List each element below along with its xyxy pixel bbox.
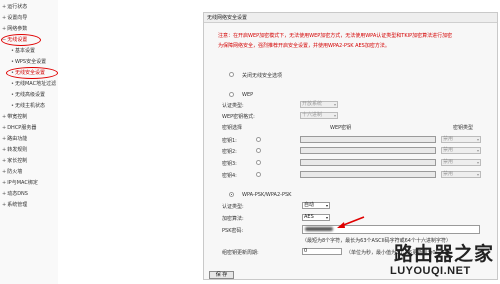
nav-item-dhcp[interactable]: +DHCP服务器 bbox=[2, 125, 36, 132]
nav-item-wireless-advanced[interactable]: •无线高级设置 bbox=[11, 92, 45, 99]
nav-item-network-params[interactable]: +网络参数 bbox=[2, 26, 27, 33]
wep-key3-type-select[interactable]: 禁用 ▾ bbox=[441, 159, 481, 166]
nav-item-forwarding[interactable]: +转发规则 bbox=[2, 147, 27, 154]
wep-key2-input[interactable] bbox=[300, 147, 436, 154]
nav-item-setup-wizard[interactable]: +设置向导 bbox=[2, 15, 27, 22]
chevron-down-icon: ▾ bbox=[333, 102, 336, 107]
nav-item-mac-filter[interactable]: •无线MAC地址过滤 bbox=[11, 81, 56, 88]
wep-key3-radio[interactable] bbox=[256, 160, 261, 165]
watermark-logo: 路由器之家 LUYOUQI.NET bbox=[390, 243, 495, 277]
nav-item-ddns[interactable]: +动态DNS bbox=[2, 191, 28, 198]
wpa-auth-type-select[interactable]: 自动 ▾ bbox=[302, 202, 330, 209]
wep-key1-input[interactable] bbox=[300, 136, 436, 143]
disable-security-radio[interactable] bbox=[229, 72, 234, 77]
chevron-down-icon: ▾ bbox=[476, 137, 479, 142]
chevron-down-icon: ▾ bbox=[333, 113, 336, 118]
chevron-down-icon: ▾ bbox=[325, 203, 328, 208]
nav-item-basic-settings[interactable]: •基本设置 bbox=[11, 48, 35, 55]
psk-password-label: PSK密码: bbox=[222, 228, 244, 234]
wep-key-select-label: 密钥选择 bbox=[222, 125, 243, 131]
wpa-psk-radio[interactable] bbox=[229, 192, 234, 197]
highlight-ellipse-security bbox=[6, 67, 58, 79]
chevron-down-icon: ▾ bbox=[325, 215, 328, 220]
wep-key-type-header: 密钥类型 bbox=[453, 125, 474, 131]
wep-key-header: WEP密钥 bbox=[330, 125, 352, 131]
nav-item-ip-mac-binding[interactable]: +IP与MAC绑定 bbox=[2, 180, 38, 187]
wpa-encryption-select[interactable]: AES ▾ bbox=[302, 214, 330, 221]
wep-key1-radio[interactable] bbox=[256, 137, 261, 142]
wep-radio[interactable] bbox=[229, 92, 234, 97]
wep-key1-type-select[interactable]: 禁用 ▾ bbox=[441, 136, 481, 143]
wep-key4-input[interactable] bbox=[300, 171, 436, 178]
panel-title: 无线网络安全设置 bbox=[204, 13, 497, 23]
save-button[interactable]: 保 存 bbox=[209, 271, 234, 279]
group-key-interval-label: 组密钥更新周期: bbox=[222, 250, 259, 256]
psk-password-input[interactable] bbox=[302, 225, 480, 234]
highlight-ellipse-wireless bbox=[1, 34, 41, 46]
blurred-password bbox=[305, 227, 333, 231]
nav-item-wireless-hosts[interactable]: •无线主机状态 bbox=[11, 103, 45, 110]
nav-item-firewall[interactable]: +防火墙 bbox=[2, 169, 22, 176]
nav-item-run-status[interactable]: +运行状态 bbox=[2, 4, 27, 11]
disable-security-label: 关闭无线安全选项 bbox=[242, 73, 283, 79]
chevron-down-icon: ▾ bbox=[476, 172, 479, 177]
wpa-psk-label: WPA-PSK/WPA2-PSK bbox=[242, 192, 292, 198]
nav-item-routing[interactable]: +路由功能 bbox=[2, 136, 27, 143]
wep-key3-input[interactable] bbox=[300, 159, 436, 166]
group-key-interval-input[interactable]: 0 bbox=[302, 248, 342, 255]
wep-label: WEP bbox=[242, 92, 254, 98]
notice-text: 注意：在开启WEP加密模式下，无法使用WEP加密方式，无法使用WPA认证类型和T… bbox=[218, 33, 453, 49]
red-arrow-icon bbox=[337, 216, 365, 228]
nav-item-bandwidth[interactable]: +带宽控制 bbox=[2, 114, 27, 121]
wep-auth-type-label: 认证类型: bbox=[222, 103, 244, 109]
chevron-down-icon: ▾ bbox=[476, 148, 479, 153]
nav-item-wps-settings[interactable]: •WPS安全设置 bbox=[11, 59, 46, 66]
wep-key1-label: 密钥1: bbox=[222, 138, 237, 144]
wep-key3-label: 密钥3: bbox=[222, 161, 237, 167]
wep-key-format-label: WEP密钥格式: bbox=[222, 114, 255, 120]
wep-auth-type-select[interactable]: 开放系统 ▾ bbox=[300, 101, 338, 108]
nav-item-parental[interactable]: +家长控制 bbox=[2, 158, 27, 165]
nav-item-system[interactable]: +系统管理 bbox=[2, 202, 27, 209]
wep-key2-radio[interactable] bbox=[256, 148, 261, 153]
chevron-down-icon: ▾ bbox=[476, 160, 479, 165]
wpa-auth-type-label: 认证类型: bbox=[222, 204, 244, 210]
wpa-encryption-label: 加密算法: bbox=[222, 216, 244, 222]
wep-key2-label: 密钥2: bbox=[222, 149, 237, 155]
wep-key2-type-select[interactable]: 禁用 ▾ bbox=[441, 147, 481, 154]
wep-key4-radio[interactable] bbox=[256, 172, 261, 177]
wep-key4-label: 密钥4: bbox=[222, 173, 237, 179]
wep-key-format-select[interactable]: 十六进制 ▾ bbox=[300, 112, 338, 119]
wep-key4-type-select[interactable]: 禁用 ▾ bbox=[441, 171, 481, 178]
